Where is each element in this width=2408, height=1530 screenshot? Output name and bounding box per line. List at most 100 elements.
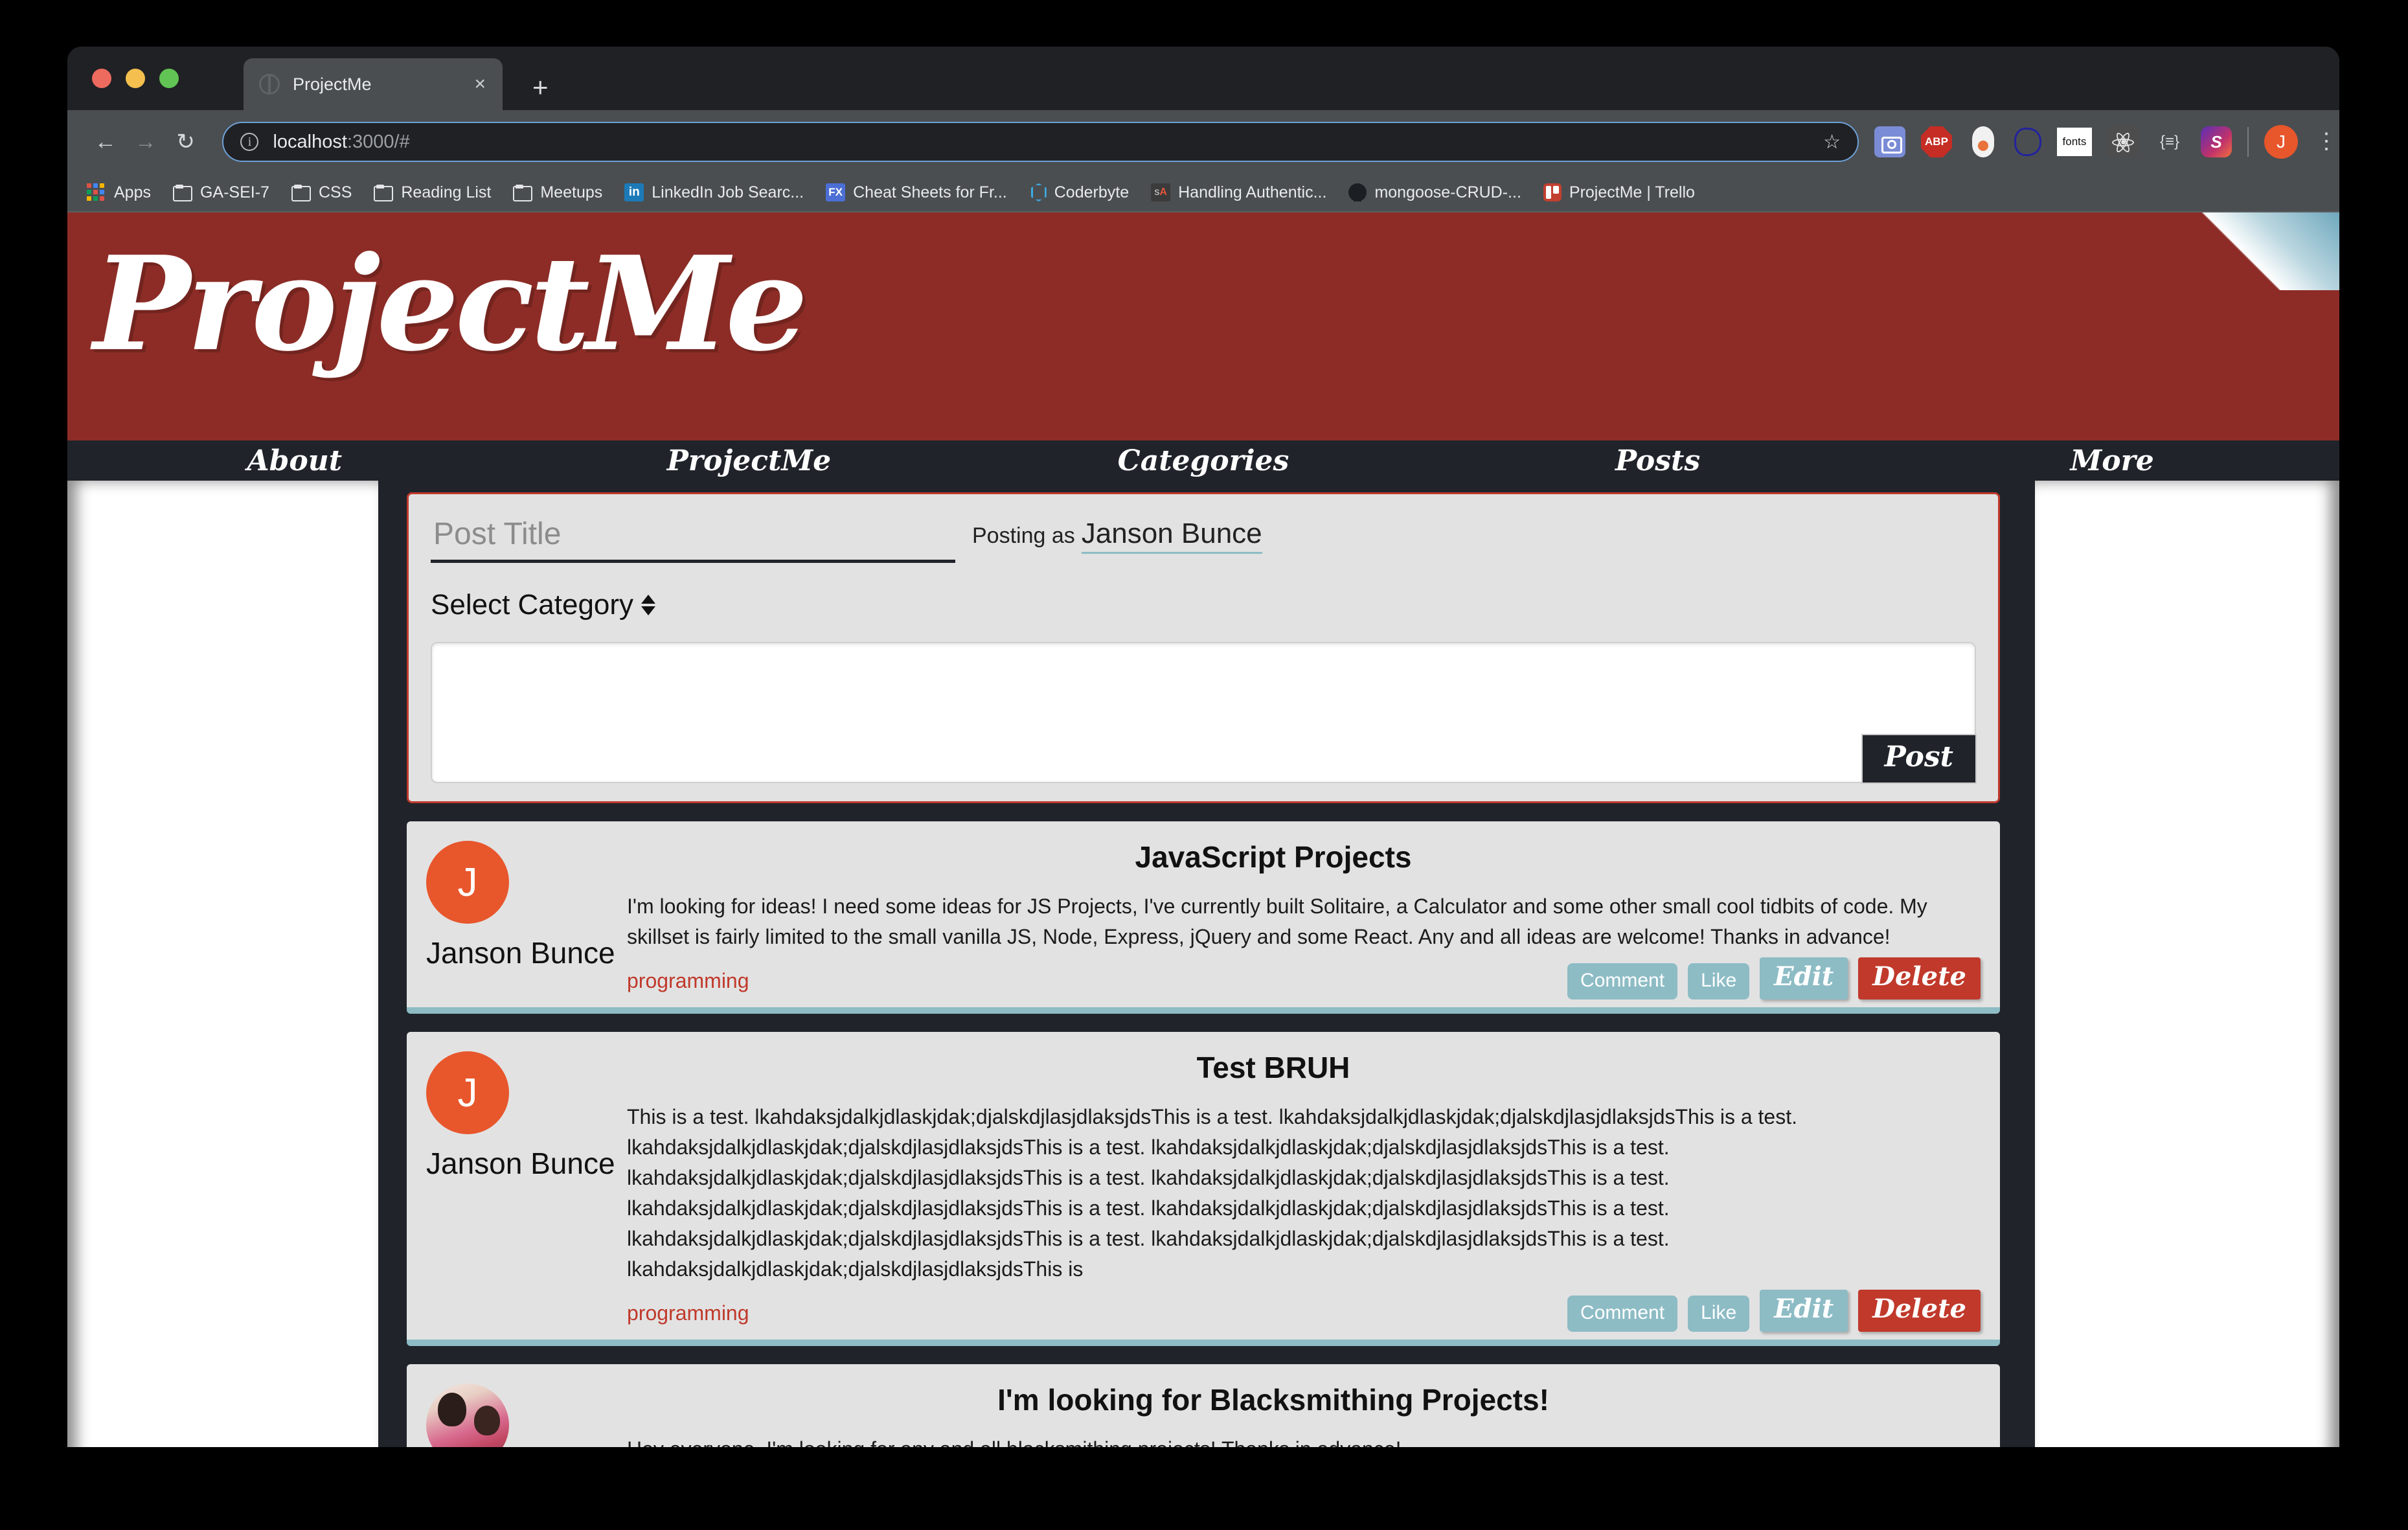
bookmark-label: GA-SEI-7	[199, 183, 269, 201]
bookmark-coderbyte[interactable]: Coderbyte	[1029, 183, 1129, 202]
json-formatter-extension-icon[interactable]: {≡}	[2154, 126, 2185, 157]
post-author-name: Janson Bunce	[426, 1147, 615, 1181]
linkedin-icon: in	[624, 183, 644, 201]
site-banner: ProjectMe Log Out	[67, 212, 2339, 440]
close-window-button[interactable]	[92, 69, 111, 88]
like-button[interactable]: Like	[1688, 1296, 1750, 1332]
avatar[interactable]: J	[426, 841, 509, 924]
post-title: I'm looking for Blacksmithing Projects!	[997, 1383, 1549, 1417]
url-text: localhost:3000/#	[273, 131, 410, 152]
post-author-column: Daxlor Heru	[426, 1381, 569, 1447]
profile-avatar[interactable]: J	[2264, 125, 2298, 159]
page-margin-left	[67, 481, 378, 1447]
bookmark-label: Coderbyte	[1054, 183, 1130, 201]
folder-icon	[513, 184, 533, 201]
nav-item-more[interactable]: More	[1885, 444, 2339, 477]
post-body-input[interactable]	[432, 643, 1975, 782]
new-tab-button[interactable]: +	[532, 74, 549, 101]
main-navigation: About ProjectMe Categories Posts More	[67, 440, 2339, 481]
fx-icon: FX	[826, 183, 846, 201]
edit-button[interactable]: Edit	[1760, 1290, 1848, 1332]
category-select-label: Select Category	[431, 589, 634, 621]
post-card: J Janson Bunce JavaScript Projects I'm l…	[407, 821, 2000, 1014]
post-content: I'm looking for Blacksmithing Projects! …	[569, 1381, 1981, 1447]
comment-button[interactable]: Comment	[1567, 1296, 1678, 1332]
close-icon[interactable]: ×	[474, 74, 486, 94]
browser-window: ProjectMe × + ← → ↻ i localhost:3000/# ☆…	[67, 47, 2339, 1447]
browser-menu-icon[interactable]: ⋮	[2313, 130, 2339, 153]
back-icon[interactable]: ←	[85, 130, 126, 155]
fonts-extension-icon[interactable]: fonts	[2056, 128, 2092, 156]
avatar[interactable]	[426, 1384, 509, 1447]
bookmark-star-icon[interactable]: ☆	[1823, 131, 1841, 154]
bookmark-label: mongoose-CRUD-...	[1374, 183, 1521, 201]
reload-icon[interactable]: ↻	[166, 129, 206, 155]
react-devtools-extension-icon[interactable]	[2107, 126, 2139, 157]
folder-icon	[374, 184, 394, 201]
edit-button[interactable]: Edit	[1760, 957, 1848, 1000]
bookmark-label: ProjectMe | Trello	[1569, 183, 1695, 201]
stackabuse-icon: sA	[1151, 183, 1171, 201]
post-body: Hey everyone, I'm looking for any and al…	[569, 1434, 1978, 1447]
nav-item-categories[interactable]: Categories	[976, 444, 1431, 477]
folder-icon	[291, 184, 311, 201]
address-bar[interactable]: i localhost:3000/# ☆	[222, 122, 1859, 162]
posting-as: Posting as Janson Bunce	[972, 518, 1262, 554]
post-submit-button[interactable]: Post	[1861, 734, 1977, 784]
bookmarks-bar: Apps GA-SEI-7 CSS Reading List Meetups i…	[67, 174, 2339, 212]
category-select[interactable]: Select Category	[431, 589, 656, 621]
folder-icon	[172, 184, 192, 201]
site-info-icon[interactable]: i	[240, 133, 259, 151]
bookmark-css[interactable]: CSS	[291, 183, 352, 202]
bookmark-reading-list[interactable]: Reading List	[374, 183, 491, 202]
post-title-input[interactable]	[431, 514, 955, 563]
bookmark-meetups[interactable]: Meetups	[513, 183, 602, 202]
adblock-plus-extension-icon[interactable]: ABP	[1920, 126, 1952, 157]
post-card: J Janson Bunce Test BRUH This is a test.…	[407, 1032, 2000, 1347]
screenshot-camera-extension-icon[interactable]	[1874, 126, 1905, 157]
form-title-row: Posting as Janson Bunce	[431, 514, 1976, 563]
delete-button[interactable]: Delete	[1858, 1290, 1981, 1332]
ghostery-extension-icon[interactable]	[2014, 128, 2041, 156]
s-extension-icon[interactable]: S	[2200, 126, 2232, 157]
site-logo[interactable]: ProjectMe	[93, 240, 808, 369]
bookmark-ga-sei-7[interactable]: GA-SEI-7	[172, 183, 269, 202]
post-actions: Comment Like Edit Delete	[1567, 957, 1981, 1000]
delete-button[interactable]: Delete	[1858, 957, 1981, 1000]
corner-fold-decoration	[2190, 212, 2339, 290]
browser-tab[interactable]: ProjectMe ×	[244, 58, 503, 110]
like-button[interactable]: Like	[1688, 963, 1750, 1000]
bookmark-label: Cheat Sheets for Fr...	[853, 183, 1007, 201]
nav-item-projectme[interactable]: ProjectMe	[522, 444, 977, 477]
post-title: JavaScript Projects	[1135, 840, 1412, 874]
bookmark-projectme-trello[interactable]: ProjectMe | Trello	[1543, 183, 1695, 202]
bookmark-handling-authentication[interactable]: sA Handling Authentic...	[1151, 183, 1326, 202]
nav-item-about[interactable]: About	[67, 444, 522, 477]
page-margin-right	[2035, 481, 2339, 1447]
browser-toolbar: ← → ↻ i localhost:3000/# ☆ ABP fonts {≡}…	[67, 110, 2339, 174]
coderbyte-hex-icon	[1030, 183, 1047, 201]
maximize-window-button[interactable]	[159, 69, 179, 88]
post-content: JavaScript Projects I'm looking for idea…	[569, 838, 1981, 1000]
bookmark-cheat-sheets[interactable]: FX Cheat Sheets for Fr...	[826, 183, 1007, 202]
post-author-column: J Janson Bunce	[426, 838, 615, 993]
bookmark-linkedin-job-search[interactable]: in LinkedIn Job Searc...	[624, 183, 804, 202]
new-post-form: Posting as Janson Bunce Select Category …	[407, 492, 2000, 803]
bookmark-label: Handling Authentic...	[1178, 183, 1327, 201]
avatar[interactable]: J	[426, 1051, 509, 1135]
bookmark-apps[interactable]: Apps	[87, 183, 151, 202]
bookmark-label: Meetups	[540, 183, 603, 201]
minimize-window-button[interactable]	[126, 69, 145, 88]
post-author-name: Janson Bunce	[426, 936, 615, 970]
comment-button[interactable]: Comment	[1567, 963, 1678, 1000]
post-card: Daxlor Heru I'm looking for Blacksmithin…	[407, 1364, 2000, 1447]
post-body: This is a test. lkahdaksjdalkjdlaskjdak;…	[627, 1105, 1797, 1281]
bookmark-mongoose-crud[interactable]: mongoose-CRUD-...	[1348, 183, 1521, 202]
github-icon	[1348, 183, 1367, 201]
bookmark-label: Apps	[114, 183, 151, 201]
nav-item-posts[interactable]: Posts	[1431, 444, 1885, 477]
pill-extension-icon[interactable]	[1971, 126, 1994, 157]
apps-grid-icon	[87, 183, 106, 201]
forward-icon[interactable]: →	[126, 130, 166, 155]
tab-title: ProjectMe	[293, 74, 372, 94]
